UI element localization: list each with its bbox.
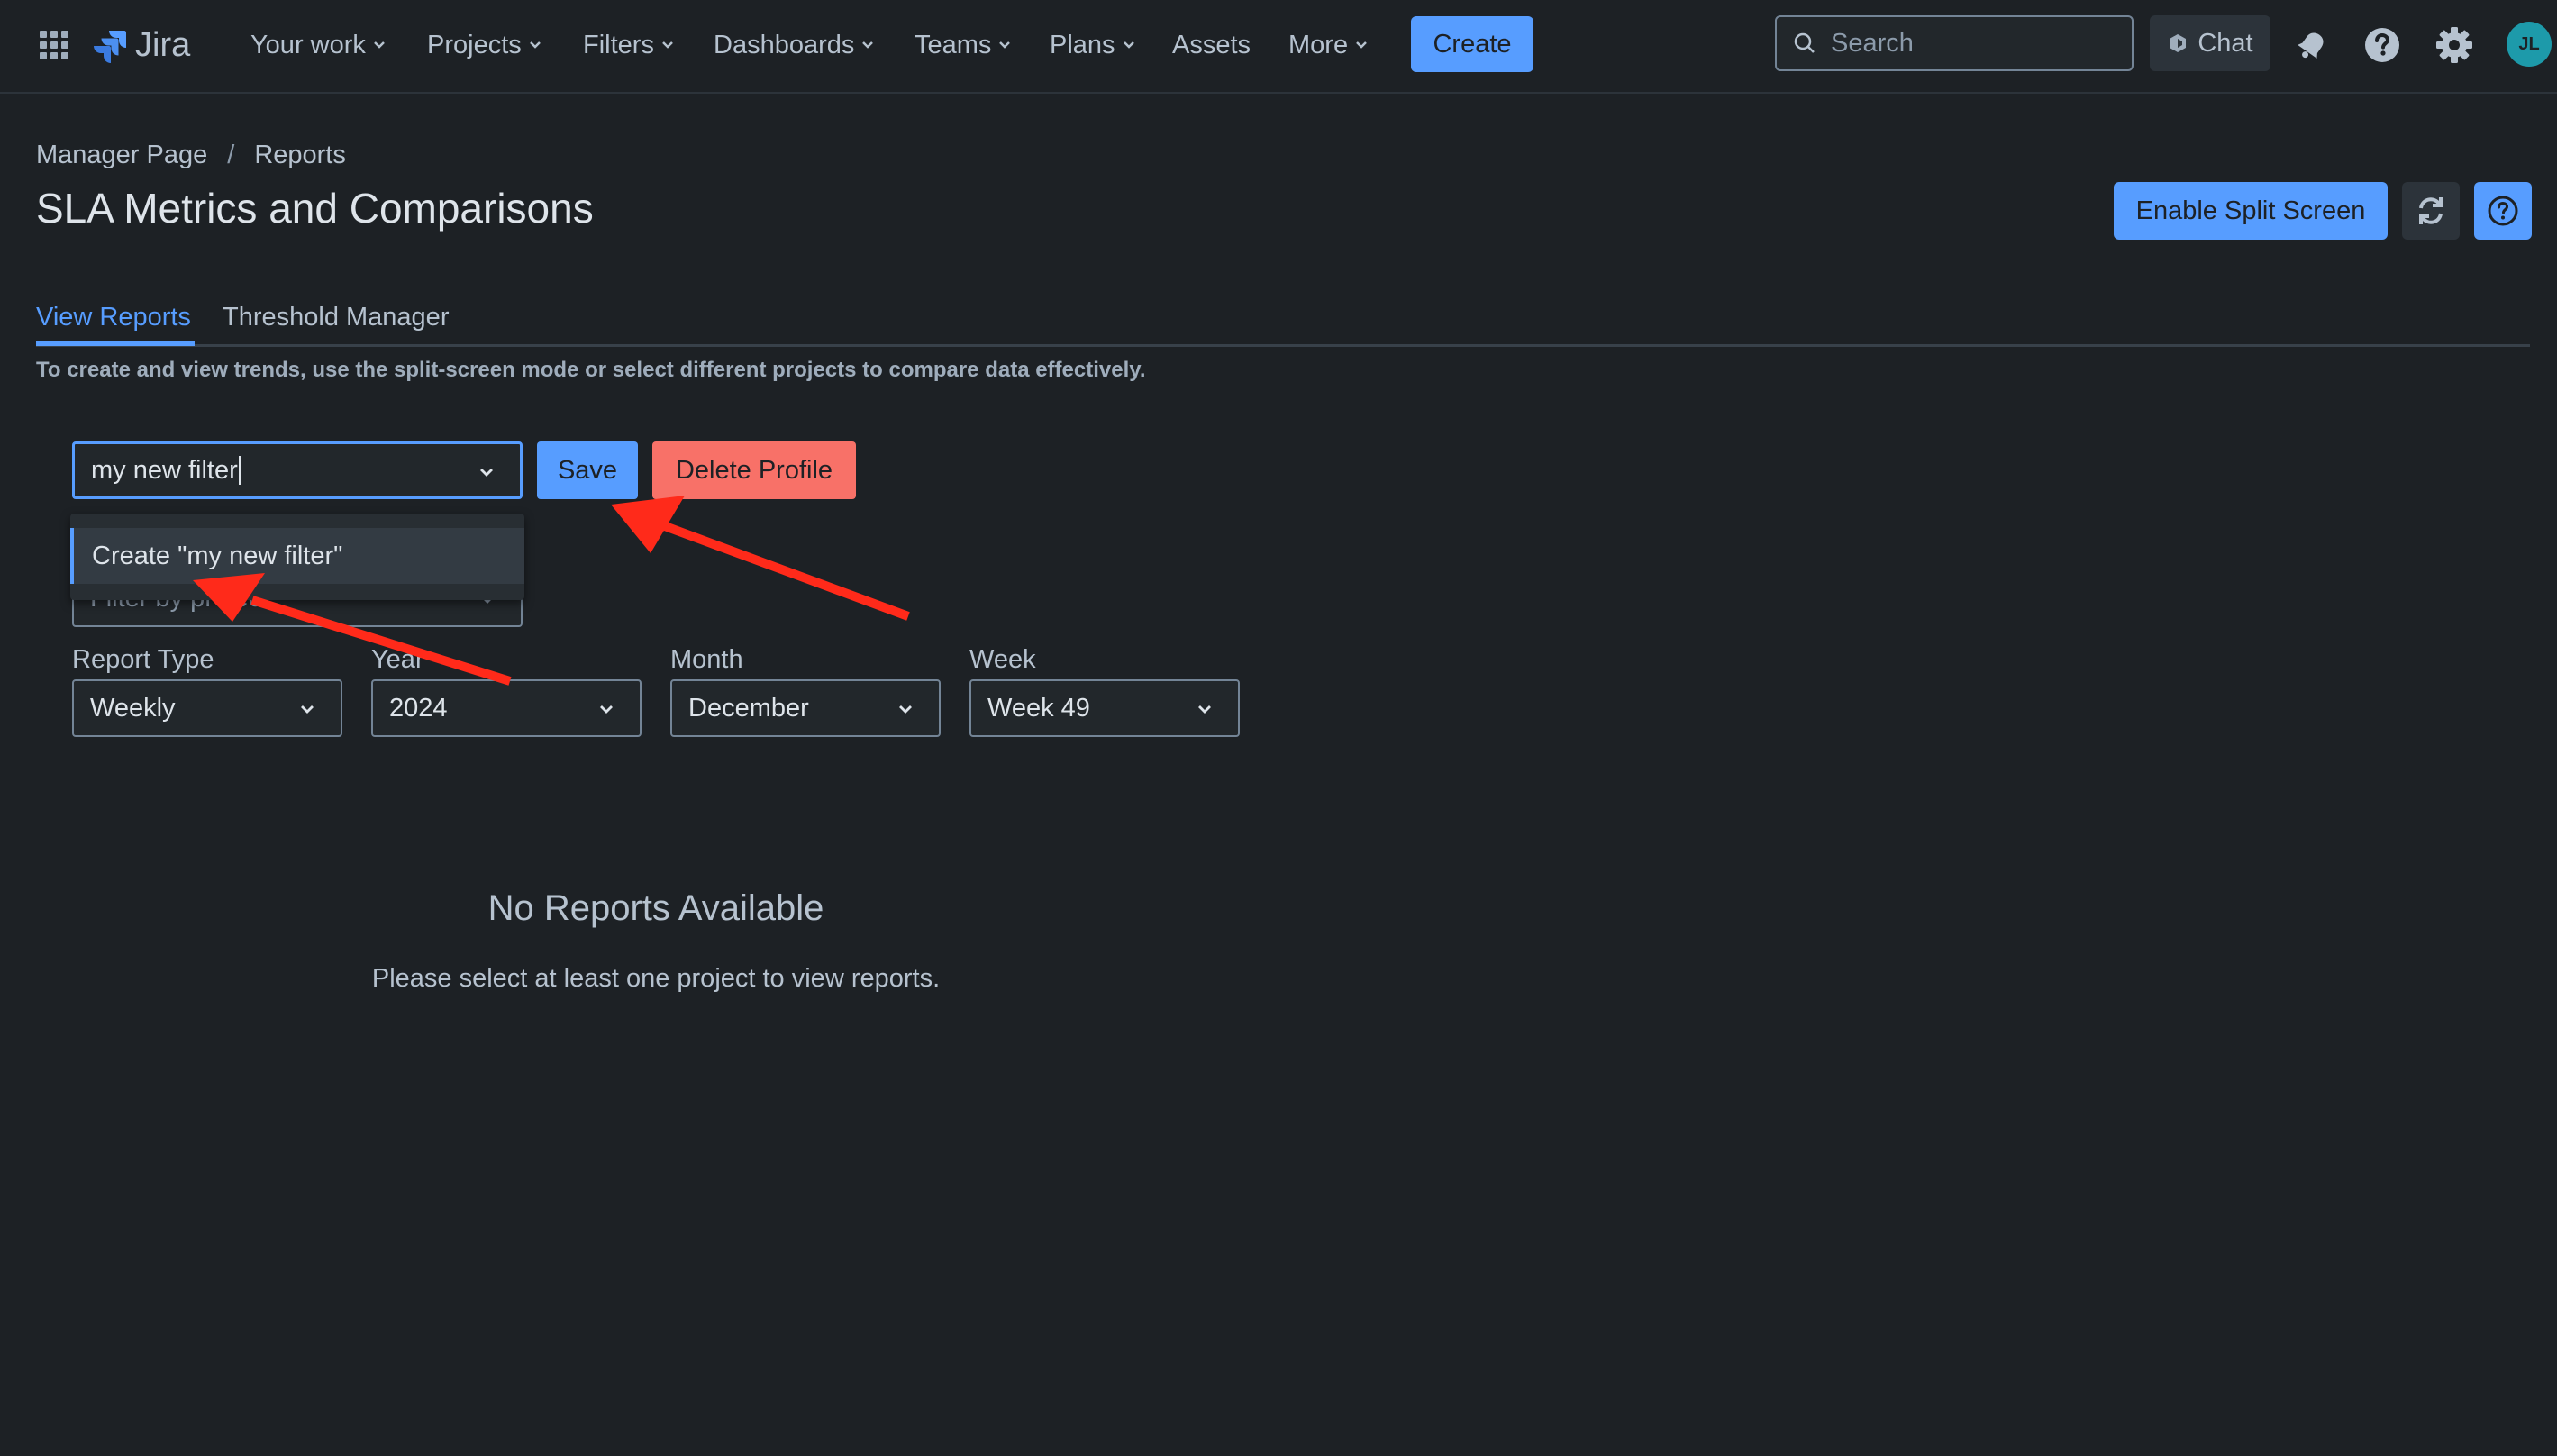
chevron-down-icon [662, 41, 673, 49]
chevron-down-icon [600, 705, 613, 714]
chevron-down-icon [899, 705, 912, 714]
nav-teams[interactable]: Teams [915, 27, 1011, 63]
tabs-divider [36, 344, 2530, 347]
delete-profile-button[interactable]: Delete Profile [652, 441, 856, 499]
week-label: Week [969, 645, 1036, 674]
breadcrumb: Manager Page / Reports [36, 141, 346, 170]
year-select[interactable]: 2024 [371, 679, 642, 737]
text-caret [238, 456, 241, 485]
avatar[interactable]: JL [2507, 22, 2552, 67]
empty-state-title: No Reports Available [487, 888, 824, 928]
nav-more[interactable]: More [1288, 27, 1368, 63]
avatar-initials: JL [2518, 33, 2540, 54]
active-tab-indicator [36, 341, 195, 346]
app-switcher-icon[interactable] [36, 27, 72, 63]
breadcrumb-current[interactable]: Reports [254, 141, 346, 170]
page-help-button[interactable] [2474, 182, 2532, 240]
refresh-icon [2419, 197, 2443, 224]
tab-threshold-manager[interactable]: Threshold Manager [223, 303, 449, 332]
chevron-down-icon [1356, 41, 1367, 49]
report-type-value: Weekly [90, 693, 176, 723]
create-profile-option[interactable]: Create "my new filter" [70, 528, 524, 584]
empty-state-message: Please select at least one project to vi… [371, 964, 941, 993]
profile-select-input[interactable]: my new filter [72, 441, 523, 499]
nav-your-work[interactable]: Your work [250, 27, 386, 63]
jira-logo[interactable]: Jira [92, 23, 190, 67]
save-button[interactable]: Save [537, 441, 638, 499]
page-title: SLA Metrics and Comparisons [36, 185, 594, 232]
top-navigation: Jira Your work Projects Filters Dashboar… [0, 0, 2557, 94]
chevron-down-icon [1198, 705, 1211, 714]
month-select[interactable]: December [670, 679, 941, 737]
nav-assets[interactable]: Assets [1172, 27, 1251, 63]
chevron-down-icon [529, 41, 541, 49]
chevron-down-icon [480, 469, 493, 477]
profile-input-value: my new filter [91, 455, 238, 485]
chevron-down-icon [862, 41, 874, 49]
chevron-down-icon [301, 705, 314, 714]
chevron-down-icon [374, 41, 385, 49]
search-icon [1794, 32, 1815, 53]
week-select[interactable]: Week 49 [969, 679, 1240, 737]
year-value: 2024 [389, 693, 448, 723]
nav-plans[interactable]: Plans [1050, 27, 1135, 63]
arrow-to-save-button [611, 496, 910, 621]
chat-label: Chat [2198, 28, 2253, 58]
help-icon[interactable] [2362, 25, 2402, 65]
nav-projects[interactable]: Projects [427, 27, 541, 63]
instructions-text: To create and view trends, use the split… [36, 358, 1146, 382]
nav-filters[interactable]: Filters [583, 27, 674, 63]
report-type-label: Report Type [72, 645, 214, 674]
search-placeholder: Search [1831, 28, 1914, 58]
jira-logo-icon [94, 31, 126, 63]
chevron-down-icon [999, 41, 1011, 49]
breadcrumb-parent[interactable]: Manager Page [36, 141, 207, 170]
report-type-select[interactable]: Weekly [72, 679, 342, 737]
enable-split-screen-button[interactable]: Enable Split Screen [2114, 182, 2388, 240]
jira-logo-text: Jira [135, 25, 191, 64]
month-label: Month [670, 645, 743, 674]
profile-dropdown-menu: Create "my new filter" [70, 514, 524, 600]
breadcrumb-separator: / [227, 141, 235, 169]
settings-icon[interactable] [2434, 25, 2474, 65]
month-value: December [688, 693, 809, 723]
nav-dashboards[interactable]: Dashboards [714, 27, 874, 63]
chat-icon [2170, 34, 2187, 52]
search-input[interactable]: Search [1775, 15, 2134, 71]
refresh-button[interactable] [2402, 182, 2460, 240]
chat-button[interactable]: Chat [2150, 15, 2270, 71]
year-label: Year [371, 645, 424, 674]
create-button[interactable]: Create [1411, 16, 1533, 72]
chevron-down-icon [1123, 41, 1134, 49]
week-value: Week 49 [987, 693, 1090, 723]
tab-view-reports[interactable]: View Reports [36, 303, 191, 332]
question-circle-icon [2488, 196, 2518, 226]
notifications-icon[interactable] [2292, 25, 2332, 65]
